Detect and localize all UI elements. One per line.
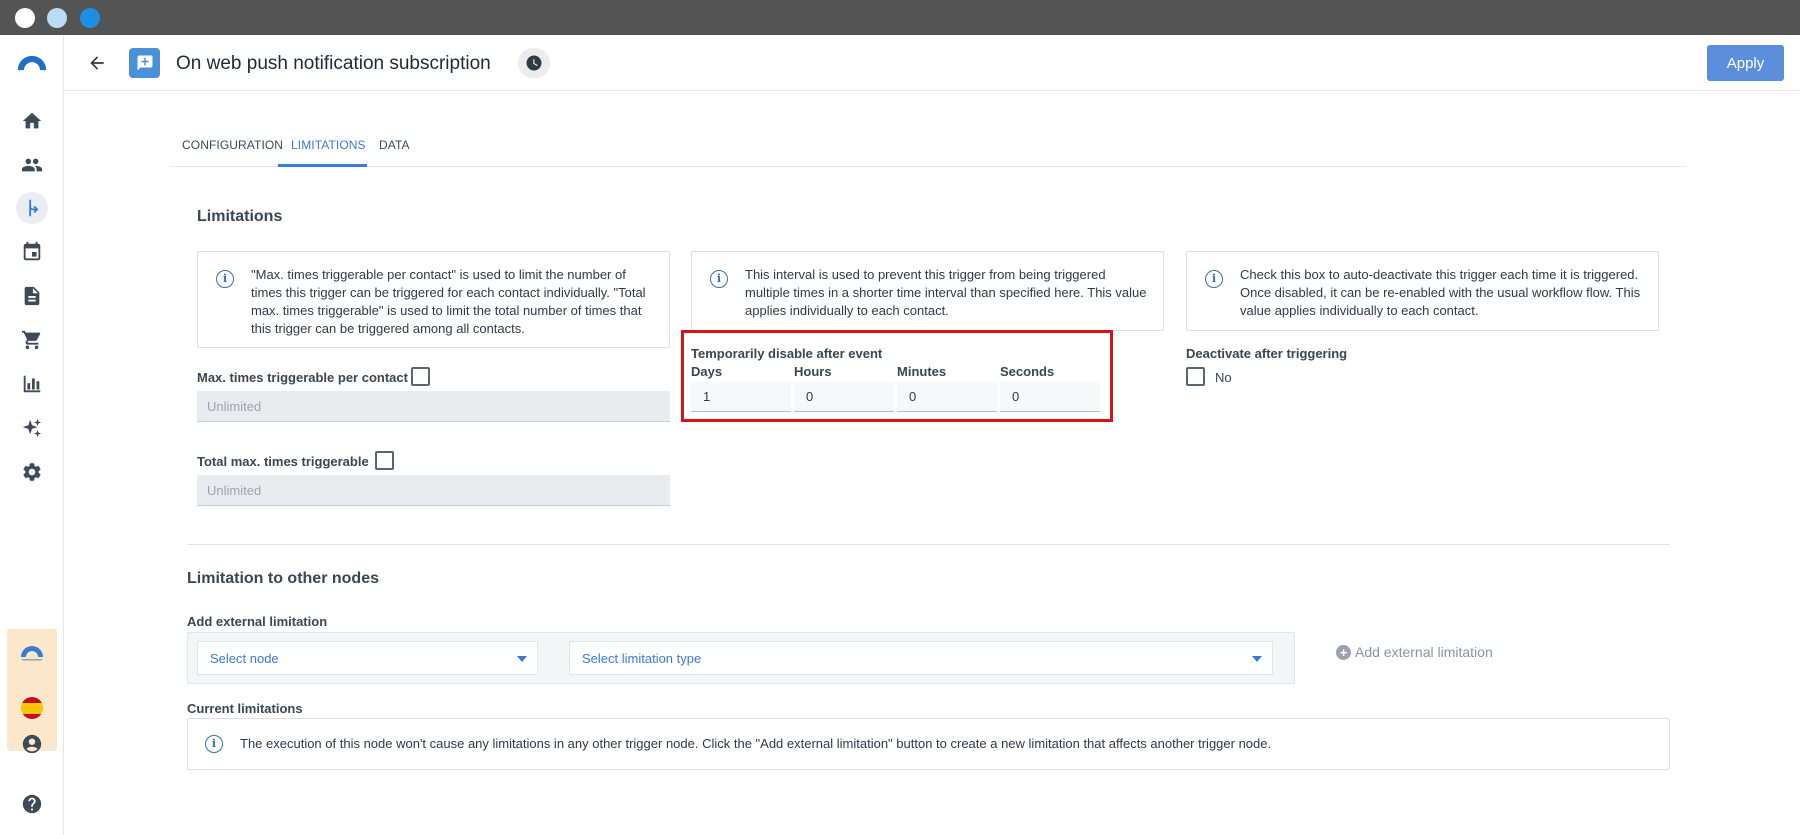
home-icon[interactable] [16, 105, 48, 137]
window-minimize-icon[interactable] [47, 8, 67, 28]
workflow-icon[interactable] [16, 192, 48, 224]
info-icon: i [710, 270, 728, 288]
sparkles-icon[interactable] [16, 412, 48, 444]
max-per-contact-input[interactable]: Unlimited [197, 391, 670, 422]
spain-flag-icon[interactable] [21, 697, 43, 719]
add-external-limitation-button[interactable]: + Add external limitation [1336, 644, 1493, 660]
seconds-label: Seconds [1000, 364, 1055, 379]
select-type-label: Select limitation type [582, 651, 702, 666]
select-node-label: Select node [210, 651, 279, 666]
sidebar [0, 35, 64, 835]
total-max-label: Total max. times triggerable [197, 454, 369, 469]
hours-label: Hours [794, 364, 832, 379]
seconds-input[interactable]: 0 [1000, 382, 1100, 412]
people-icon[interactable] [16, 149, 48, 181]
window-maximize-icon[interactable] [80, 8, 100, 28]
current-limitations-info: i The execution of this node won't cause… [187, 718, 1670, 770]
back-arrow-icon[interactable] [84, 50, 110, 76]
window-titlebar [0, 0, 1800, 35]
user-circle-icon[interactable] [16, 728, 48, 760]
tab-data[interactable]: DATA [379, 138, 410, 152]
days-label: Days [691, 364, 723, 379]
apply-button[interactable]: Apply [1707, 45, 1784, 81]
other-nodes-title: Limitation to other nodes [187, 570, 379, 587]
chevron-down-icon [517, 656, 527, 662]
max-per-contact-label: Max. times triggerable per contact [197, 370, 408, 385]
tab-limitations[interactable]: LIMITATIONS [291, 138, 366, 152]
info-icon: i [1205, 270, 1223, 288]
calendar-icon[interactable] [16, 236, 48, 268]
cart-icon[interactable] [16, 324, 48, 356]
info-text: This interval is used to prevent this tr… [745, 267, 1147, 318]
page-header: On web push notification subscription Ap… [64, 35, 1800, 91]
minutes-input[interactable]: 0 [897, 382, 997, 412]
total-max-input[interactable]: Unlimited [197, 475, 670, 506]
help-icon[interactable] [16, 788, 48, 820]
bar-chart-icon[interactable] [16, 368, 48, 400]
add-external-limitation-label: Add external limitation [187, 614, 328, 629]
info-icon: i [205, 735, 223, 753]
plus-circle-icon: + [1336, 644, 1351, 660]
total-max-checkbox[interactable] [375, 451, 394, 470]
info-box-interval: i This interval is used to prevent this … [691, 251, 1164, 331]
deactivate-checkbox[interactable] [1186, 367, 1205, 386]
history-clock-icon[interactable] [518, 48, 550, 78]
temporarily-disable-label: Temporarily disable after event [691, 346, 883, 361]
info-box-deactivate: i Check this box to auto-deactivate this… [1186, 251, 1659, 331]
current-limitations-label: Current limitations [187, 701, 303, 716]
days-input[interactable]: 1 [691, 382, 791, 412]
app-logo-icon[interactable] [14, 47, 50, 79]
add-external-limitation-text: Add external limitation [1355, 644, 1493, 660]
document-icon[interactable] [16, 280, 48, 312]
deactivate-value: No [1215, 370, 1232, 385]
info-box-max-times: i "Max. times triggerable per contact" i… [197, 251, 670, 348]
select-node-dropdown[interactable]: Select node [197, 641, 538, 675]
page-title: On web push notification subscription [176, 53, 491, 74]
chevron-down-icon [1252, 656, 1262, 662]
active-tab-indicator [278, 164, 367, 167]
info-text: "Max. times triggerable per contact" is … [251, 267, 646, 336]
info-text: The execution of this node won't cause a… [240, 736, 1272, 751]
info-icon: i [216, 270, 234, 288]
max-per-contact-checkbox[interactable] [411, 367, 430, 386]
tab-bar: CONFIGURATION LIMITATIONS DATA [170, 127, 1686, 167]
section-divider [187, 544, 1670, 545]
deactivate-label: Deactivate after triggering [1186, 346, 1348, 361]
company-logo-icon [21, 646, 43, 661]
notification-node-icon [129, 48, 160, 78]
select-limitation-type-dropdown[interactable]: Select limitation type [569, 641, 1273, 675]
window-close-icon[interactable] [15, 8, 35, 28]
minutes-label: Minutes [897, 364, 947, 379]
limitations-title: Limitations [197, 208, 283, 225]
hours-input[interactable]: 0 [794, 382, 894, 412]
tab-configuration[interactable]: CONFIGURATION [182, 138, 283, 152]
row-separator-arrow [550, 632, 562, 684]
gear-icon[interactable] [16, 456, 48, 488]
info-text: Check this box to auto-deactivate this t… [1240, 267, 1641, 318]
